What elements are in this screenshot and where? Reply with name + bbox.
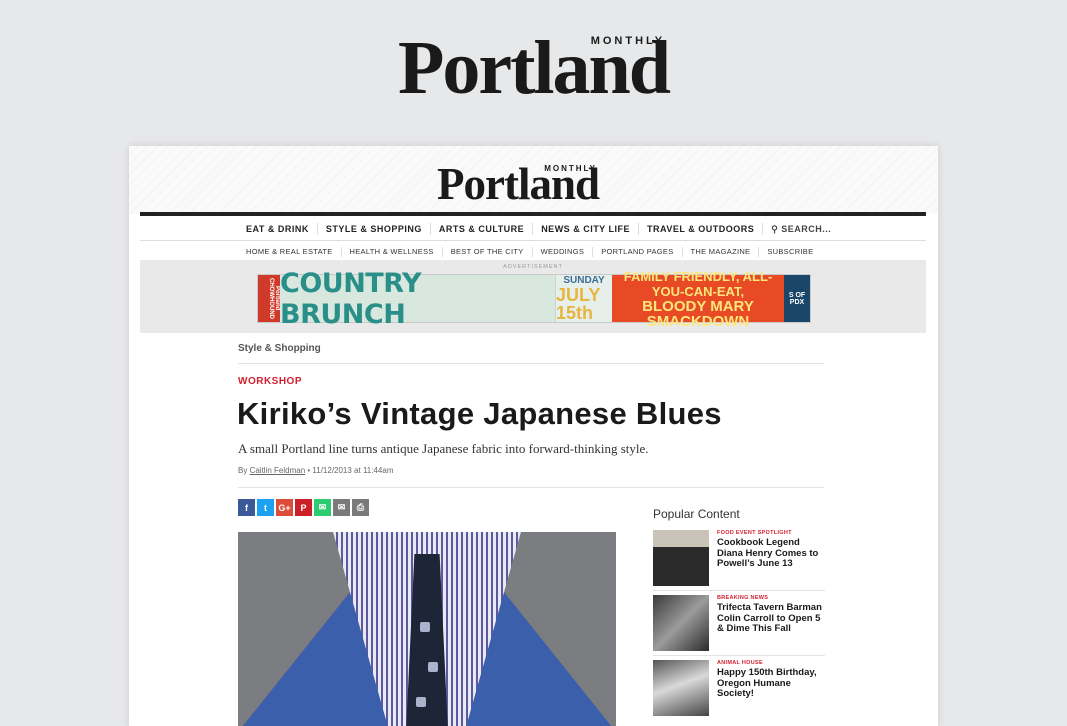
article-hero-image <box>238 532 616 726</box>
secondary-nav: HOME & REAL ESTATE HEALTH & WELLNESS BES… <box>238 241 821 262</box>
popular-item-tag: ANIMAL HOUSE <box>717 660 763 666</box>
byline-prefix: By <box>238 466 250 475</box>
article-timestamp: • 11/12/2013 at 11:44am <box>305 466 394 475</box>
logo-tagline: MONTHLY <box>590 35 666 47</box>
google-plus-icon[interactable]: G+ <box>276 499 293 516</box>
nav-item-weddings[interactable]: WEDDINGS <box>533 246 594 257</box>
twitter-icon[interactable]: t <box>257 499 274 516</box>
search-label: SEARCH... <box>781 224 832 234</box>
popular-divider <box>653 590 825 591</box>
popular-item-thumbnail <box>653 660 709 716</box>
primary-nav: EAT & DRINK STYLE & SHOPPING ARTS & CULT… <box>238 217 839 241</box>
ad-promo-line1: FAMILY FRIENDLY, ALL-YOU-CAN-EAT, <box>623 268 773 299</box>
breadcrumb[interactable]: Style & Shopping <box>238 343 321 354</box>
masthead-rule <box>140 212 926 216</box>
print-icon[interactable]: ⎙ <box>352 499 369 516</box>
popular-content-title: Popular Content <box>653 507 740 521</box>
popular-item-tag: FOOD EVENT SPOTLIGHT <box>717 530 792 536</box>
nav-item-subscribe[interactable]: SUBSCRIBE <box>759 247 821 257</box>
ad-promo: FAMILY FRIENDLY, ALL-YOU-CAN-EAT, BLOODY… <box>612 269 784 329</box>
ad-venue: S OF <box>788 291 806 299</box>
nav-item-eat-drink[interactable]: EAT & DRINK <box>238 223 318 235</box>
nav-item-home-real-estate[interactable]: HOME & REAL ESTATE <box>238 246 342 257</box>
ad-venue-badge: S OF PDX <box>784 275 810 322</box>
site-logo-tagline: MONTHLY <box>544 164 598 173</box>
tie-pattern-dot <box>420 622 430 632</box>
site-logo[interactable]: Portland MONTHLY <box>437 162 600 207</box>
search-button[interactable]: ⚲ SEARCH... <box>763 223 839 235</box>
ad-date: JULY 15th <box>556 285 601 323</box>
advertisement-area: ADVERTISEMENT Portland CHOWHOUND COUNTRY… <box>140 260 926 333</box>
search-icon: ⚲ <box>771 224 779 234</box>
pinterest-icon[interactable]: P <box>295 499 312 516</box>
nav-item-news-city-life[interactable]: NEWS & CITY LIFE <box>533 223 640 235</box>
popular-item-thumbnail <box>653 595 709 651</box>
nav-item-style-shopping[interactable]: STYLE & SHOPPING <box>318 223 431 235</box>
popular-item-title: Cookbook Legend Diana Henry Comes to Pow… <box>717 537 819 569</box>
byline-divider <box>238 487 824 488</box>
facebook-icon[interactable]: f <box>238 499 255 516</box>
nav-item-the-magazine[interactable]: THE MAGAZINE <box>683 246 760 257</box>
nav-item-health-wellness[interactable]: HEALTH & WELLNESS <box>342 246 443 257</box>
article-headline: Kiriko’s Vintage Japanese Blues <box>237 396 722 431</box>
ad-promo-line2: BLOODY MARY SMACKDOWN <box>642 297 754 330</box>
author-link[interactable]: Caitlin Feldman <box>250 466 306 475</box>
nav-item-arts-culture[interactable]: ARTS & CULTURE <box>431 223 534 235</box>
popular-item-tag: BREAKING NEWS <box>717 595 769 601</box>
portland-monthly-logo[interactable]: Portland MONTHLY <box>398 30 671 106</box>
popular-item[interactable]: ANIMAL HOUSE Happy 150th Birthday, Orego… <box>653 660 825 718</box>
nav-item-best-of-the-city[interactable]: BEST OF THE CITY <box>443 246 533 257</box>
popular-item-title: Trifecta Tavern Barman Colin Carroll to … <box>717 602 822 634</box>
tie-pattern-dot <box>428 662 438 672</box>
popular-item[interactable]: FOOD EVENT SPOTLIGHT Cookbook Legend Dia… <box>653 530 825 588</box>
article-dek: A small Portland line turns antique Japa… <box>238 441 649 456</box>
ad-date-block: SUNDAY JULY 15th <box>555 275 612 322</box>
article-kicker[interactable]: WORKSHOP <box>238 376 302 387</box>
ad-venue2: PDX <box>789 298 805 306</box>
site-masthead: Portland MONTHLY <box>129 146 938 214</box>
ad-banner[interactable]: Portland CHOWHOUND COUNTRY BRUNCH SUNDAY… <box>257 268 811 330</box>
brand-header: Portland MONTHLY <box>0 30 1067 106</box>
article-byline: By Caitlin Feldman • 11/12/2013 at 11:44… <box>238 466 394 475</box>
nav-item-portland-pages[interactable]: PORTLAND PAGES <box>593 246 683 257</box>
share-bar: f t G+ P ✉ ✉ ⎙ <box>238 499 369 516</box>
popular-item[interactable]: BREAKING NEWS Trifecta Tavern Barman Col… <box>653 595 825 653</box>
breadcrumb-divider <box>238 363 824 364</box>
popular-item-thumbnail <box>653 530 709 586</box>
tie-pattern-dot <box>416 697 426 707</box>
website-frame: Portland MONTHLY EAT & DRINK STYLE & SHO… <box>129 146 938 726</box>
popular-item-title: Happy 150th Birthday, Oregon Humane Soci… <box>717 667 817 699</box>
nav-item-travel-outdoors[interactable]: TRAVEL & OUTDOORS <box>639 223 764 235</box>
email-icon[interactable]: ✉ <box>333 499 350 516</box>
popular-divider <box>653 655 825 656</box>
ad-brand-strip: Portland CHOWHOUND <box>258 275 280 322</box>
ad-headline: COUNTRY BRUNCH <box>280 268 555 330</box>
sms-icon[interactable]: ✉ <box>314 499 331 516</box>
